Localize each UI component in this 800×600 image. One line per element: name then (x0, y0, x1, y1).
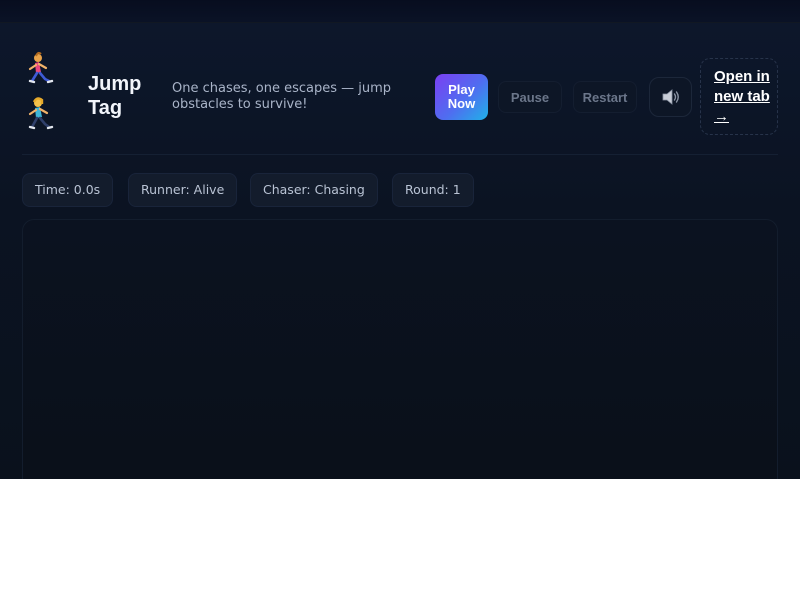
status-badge-chaser: Chaser: Chasing (250, 173, 378, 207)
sound-toggle-button[interactable] (649, 77, 692, 117)
pause-button[interactable]: Pause (498, 81, 562, 113)
logo (22, 48, 62, 140)
open-in-new-tab-link[interactable]: Open in new tab → (700, 58, 778, 135)
page-subtitle: One chases, one escapes — jump obstacles… (172, 81, 392, 112)
status-badge-runner: Runner: Alive (128, 173, 238, 207)
runner-icon (28, 51, 54, 130)
restart-label: Restart (582, 89, 628, 105)
pause-label: Pause (510, 89, 550, 105)
status-badge-time: Time: 0.0s (22, 173, 114, 207)
header: Jump Tag One chases, one escapes — jump … (22, 48, 778, 140)
game-canvas[interactable] (22, 219, 778, 479)
speaker-icon (662, 89, 679, 105)
open-in-new-tab-label: Open in new tab → (714, 67, 770, 125)
page-title: Jump Tag (88, 73, 142, 119)
app-background: Jump Tag One chases, one escapes — jump … (0, 0, 800, 479)
play-now-label: Play Now (447, 82, 476, 111)
play-now-button[interactable]: Play Now (435, 74, 488, 120)
header-divider (22, 154, 778, 155)
status-badge-round: Round: 1 (392, 173, 474, 207)
restart-button[interactable]: Restart (573, 81, 637, 113)
